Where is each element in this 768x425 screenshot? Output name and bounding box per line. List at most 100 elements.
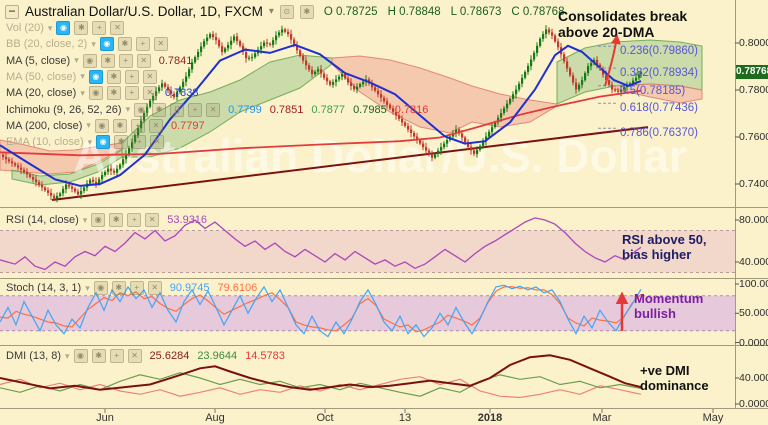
close-icon[interactable]: ✕ [150, 135, 165, 150]
gear-icon[interactable]: ✱ [91, 349, 106, 363]
close-icon[interactable]: ✕ [110, 21, 125, 35]
gear-icon[interactable]: ✱ [106, 86, 121, 101]
indicator-value: 0.7838 [164, 87, 199, 100]
fib-level-label[interactable]: 0.618(0.77436) [620, 102, 698, 114]
close-icon[interactable]: ✕ [153, 37, 168, 52]
plus-icon[interactable]: + [124, 86, 139, 101]
indicator-label[interactable]: MA (20, close) [6, 87, 76, 99]
close-icon[interactable]: ✕ [148, 118, 163, 133]
eye-icon[interactable]: ◉ [88, 69, 103, 84]
indicator-row-ema-10-close[interactable]: EMA (10, close) ▾ ◉ ✱ + ✕ [6, 135, 165, 150]
settings-icon[interactable]: ✱ [299, 4, 314, 19]
fib-level-label[interactable]: 0.5(0.78185) [620, 85, 685, 97]
eye-icon[interactable]: ◉ [94, 118, 109, 133]
collapse-panel-icon[interactable]: − [5, 4, 19, 19]
plus-icon[interactable]: + [188, 102, 203, 117]
plus-icon[interactable]: + [129, 281, 144, 295]
indicator-row-bb-20-close-2[interactable]: BB (20, close, 2) ▾ ◉ ✱ + ✕ [6, 37, 168, 52]
panel-row-rsi-14-close[interactable]: RSI (14, close) ▾ ◉ ✱ + ✕ 53.9316 [6, 213, 207, 227]
time-label-oct: Oct [316, 412, 334, 424]
annotation-main[interactable]: Consolidates break above 20-DMA [558, 8, 687, 40]
eye-icon[interactable]: ◉ [93, 281, 108, 295]
indicator-label[interactable]: MA (5, close) [6, 55, 70, 67]
chevron-down-icon[interactable]: ▾ [83, 215, 88, 226]
indicator-label[interactable]: Stoch (14, 3, 1) [6, 282, 81, 294]
gear-icon[interactable]: ✱ [109, 213, 124, 227]
gear-icon[interactable]: ✱ [152, 102, 167, 117]
chevron-down-icon[interactable]: ▾ [269, 6, 274, 17]
annotation-dmi-line2: dominance [640, 377, 709, 393]
gear-icon[interactable]: ✱ [106, 69, 121, 84]
panel-row-stoch-14-3-1[interactable]: Stoch (14, 3, 1) ▾ ◉ ✱ + ✕ 90.9745 79.6106 [6, 281, 257, 295]
eye-icon[interactable]: ◉ [73, 349, 88, 363]
chevron-down-icon[interactable]: ▾ [80, 88, 85, 99]
close-icon[interactable]: ✕ [142, 69, 157, 84]
indicator-row-ichimoku-9-26-52-26[interactable]: Ichimoku (9, 26, 52, 26) ▾ ◉ ✱{} + ✕ 0.7799 0.7… [6, 102, 428, 117]
close-icon[interactable]: ✕ [142, 86, 157, 101]
chevron-down-icon[interactable]: ▾ [65, 351, 70, 362]
chevron-down-icon[interactable]: ▾ [80, 71, 85, 82]
indicator-label[interactable]: RSI (14, close) [6, 214, 79, 226]
indicator-label[interactable]: Ichimoku (9, 26, 52, 26) [6, 104, 122, 116]
close-icon[interactable]: ✕ [147, 281, 162, 295]
symbol-title[interactable]: Australian Dollar/U.S. Dollar, 1D, FXCM [25, 4, 263, 19]
chevron-down-icon[interactable]: ▾ [86, 120, 91, 131]
plus-icon[interactable]: + [135, 37, 150, 52]
eye-icon[interactable]: ◉ [99, 37, 114, 52]
plus-icon[interactable]: + [124, 69, 139, 84]
eye-icon[interactable]: ◉ [96, 135, 111, 150]
indicator-label[interactable]: DMI (13, 8) [6, 350, 61, 362]
fib-level-label[interactable]: 0.786(0.76370) [620, 127, 698, 139]
annotation-rsi[interactable]: RSI above 50, bias higher [622, 232, 707, 263]
compare-icon[interactable]: ⊙ [279, 4, 294, 19]
plus-icon[interactable]: + [118, 53, 133, 68]
annotation-main-line2: above 20-DMA [558, 24, 655, 41]
indicator-row-ma-50-close[interactable]: MA (50, close) ▾ ◉ ✱ + ✕ [6, 69, 157, 84]
annotation-dmi[interactable]: +ve DMI dominance [640, 363, 709, 394]
eye-icon[interactable]: ◉ [88, 86, 103, 101]
indicator-label[interactable]: EMA (10, close) [6, 136, 84, 148]
panel-row-dmi-13-8[interactable]: DMI (13, 8) ▾ ◉ ✱ + ✕ 25.6284 23.9644 14.5783 [6, 349, 285, 363]
chevron-down-icon[interactable]: ▾ [88, 137, 93, 148]
plus-icon[interactable]: + [92, 21, 107, 35]
gear-icon[interactable]: ✱ [111, 281, 126, 295]
annotation-rsi-line1: RSI above 50, [622, 232, 707, 247]
close-icon[interactable]: ✕ [136, 53, 151, 68]
gear-icon[interactable]: ✱ [100, 53, 115, 68]
indicator-value: 0.7877 [311, 103, 346, 116]
indicator-label[interactable]: Vol (20) [6, 22, 44, 34]
indicator-value: 90.9745 [169, 282, 210, 294]
chevron-down-icon[interactable]: ▾ [85, 283, 90, 294]
indicator-label[interactable]: MA (50, close) [6, 71, 76, 83]
gear-icon[interactable]: ✱ [117, 37, 132, 52]
indicator-label[interactable]: BB (20, close, 2) [6, 38, 87, 50]
eye-icon[interactable]: ◉ [91, 213, 106, 227]
indicator-label[interactable]: MA (200, close) [6, 120, 82, 132]
close-icon[interactable]: ✕ [127, 349, 142, 363]
eye-icon[interactable]: ◉ [82, 53, 97, 68]
eye-icon[interactable]: ◉ [134, 102, 149, 117]
fib-level-label[interactable]: 0.236(0.79860) [620, 45, 698, 57]
plus-icon[interactable]: + [130, 118, 145, 133]
fib-level-label[interactable]: 0.382(0.78934) [620, 67, 698, 79]
indicator-row-ma-20-close[interactable]: MA (20, close) ▾ ◉ ✱ + ✕ 0.7838 [6, 86, 199, 101]
braces-icon[interactable]: {} [170, 102, 185, 117]
chevron-down-icon[interactable]: ▾ [126, 104, 131, 115]
chevron-down-icon[interactable]: ▾ [91, 39, 96, 50]
close-icon[interactable]: ✕ [206, 102, 221, 117]
close-icon[interactable]: ✕ [145, 213, 160, 227]
gear-icon[interactable]: ✱ [74, 21, 89, 35]
plus-icon[interactable]: + [127, 213, 142, 227]
chevron-down-icon[interactable]: ▾ [74, 55, 79, 66]
plus-icon[interactable]: + [132, 135, 147, 150]
chevron-down-icon[interactable]: ▾ [48, 23, 53, 34]
plus-icon[interactable]: + [109, 349, 124, 363]
gear-icon[interactable]: ✱ [114, 135, 129, 150]
eye-icon[interactable]: ◉ [56, 21, 71, 35]
indicator-row-ma-5-close[interactable]: MA (5, close) ▾ ◉ ✱ + ✕ 0.7841 [6, 53, 192, 68]
indicator-row-vol-20[interactable]: Vol (20) ▾ ◉ ✱ + ✕ [6, 21, 125, 35]
time-label-13: 13 [398, 412, 412, 424]
annotation-stoch[interactable]: Momentum bullish [634, 291, 703, 322]
gear-icon[interactable]: ✱ [112, 118, 127, 133]
indicator-row-ma-200-close[interactable]: MA (200, close) ▾ ◉ ✱ + ✕ 0.7797 [6, 118, 205, 133]
